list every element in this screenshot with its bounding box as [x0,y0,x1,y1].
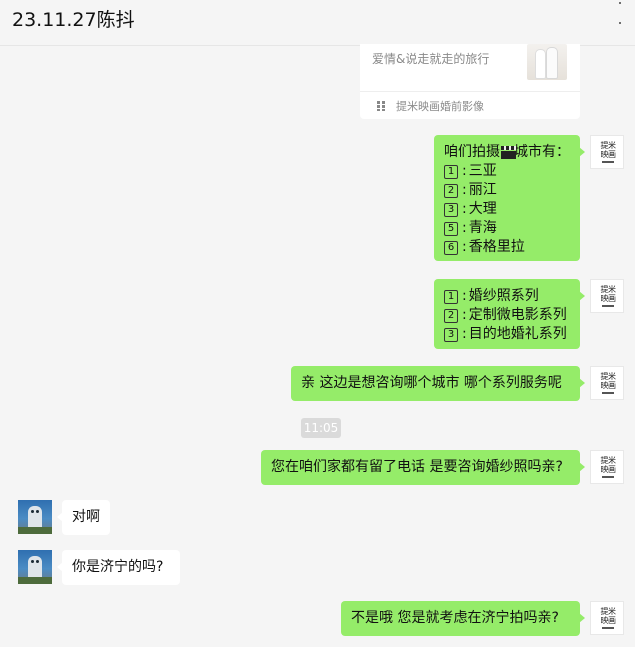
message-bubble-series[interactable]: 1: 婚纱照系列 2: 定制微电影系列 3: 目的地婚礼系列 [434,279,585,349]
list-item: 3: 目的地婚礼系列 [444,325,570,344]
list-item: 6: 香格里拉 [444,238,570,257]
link-card-thumbnail [527,44,567,80]
link-card-source: 提米映画婚前影像 [396,100,484,113]
chat-header: 23.11.27陈抖 [0,0,635,46]
sender-avatar[interactable]: 提米 映画 [590,279,624,313]
keycap-number-icon: 2 [444,183,458,198]
more-icon[interactable] [613,0,627,30]
message-intro: 咱们拍摄 城市有： [444,144,570,160]
list-item: 3: 大理 [444,200,570,219]
clapperboard-icon [501,146,516,159]
link-card[interactable]: 爱情&说走就走的旅行 提米映画婚前影像 [360,44,580,119]
link-card-description: 爱情&说走就走的旅行 [372,52,490,66]
sender-avatar[interactable]: 提米 映画 [590,450,624,484]
message-timestamp: 11:05 [301,418,341,438]
keycap-number-icon: 6 [444,240,458,255]
sender-avatar[interactable]: 提米 映画 [590,135,624,169]
link-card-divider [360,91,580,92]
keycap-number-icon: 1 [444,289,458,304]
sender-avatar[interactable]: 提米 映画 [590,366,624,400]
message-bubble[interactable]: 不是哦 您是就考虑在济宁拍吗亲? [341,601,585,636]
keycap-number-icon: 1 [444,164,458,179]
keycap-number-icon: 2 [444,308,458,323]
mini-program-icon [377,101,385,111]
list-item: 1: 三亚 [444,162,570,181]
keycap-number-icon: 3 [444,327,458,342]
contact-avatar[interactable] [18,550,52,584]
list-item: 1: 婚纱照系列 [444,287,570,306]
chat-title: 23.11.27陈抖 [12,9,135,31]
contact-avatar[interactable] [18,500,52,534]
list-item: 2: 丽江 [444,181,570,200]
message-bubble[interactable]: 您在咱们家都有留了电话 是要咨询婚纱照吗亲? [261,450,585,485]
message-bubble[interactable]: 亲 这边是想咨询哪个城市 哪个系列服务呢 [291,366,585,401]
message-bubble[interactable]: 对啊 [57,500,110,535]
keycap-number-icon: 5 [444,221,458,236]
sender-avatar[interactable]: 提米 映画 [590,601,624,635]
message-bubble-cities[interactable]: 咱们拍摄 城市有： 1: 三亚 2: 丽江 3: 大理 5: 青海 6: 香格里拉 [434,135,585,261]
keycap-number-icon: 3 [444,202,458,217]
list-item: 2: 定制微电影系列 [444,306,570,325]
message-bubble[interactable]: 你是济宁的吗? [57,550,180,585]
list-item: 5: 青海 [444,219,570,238]
